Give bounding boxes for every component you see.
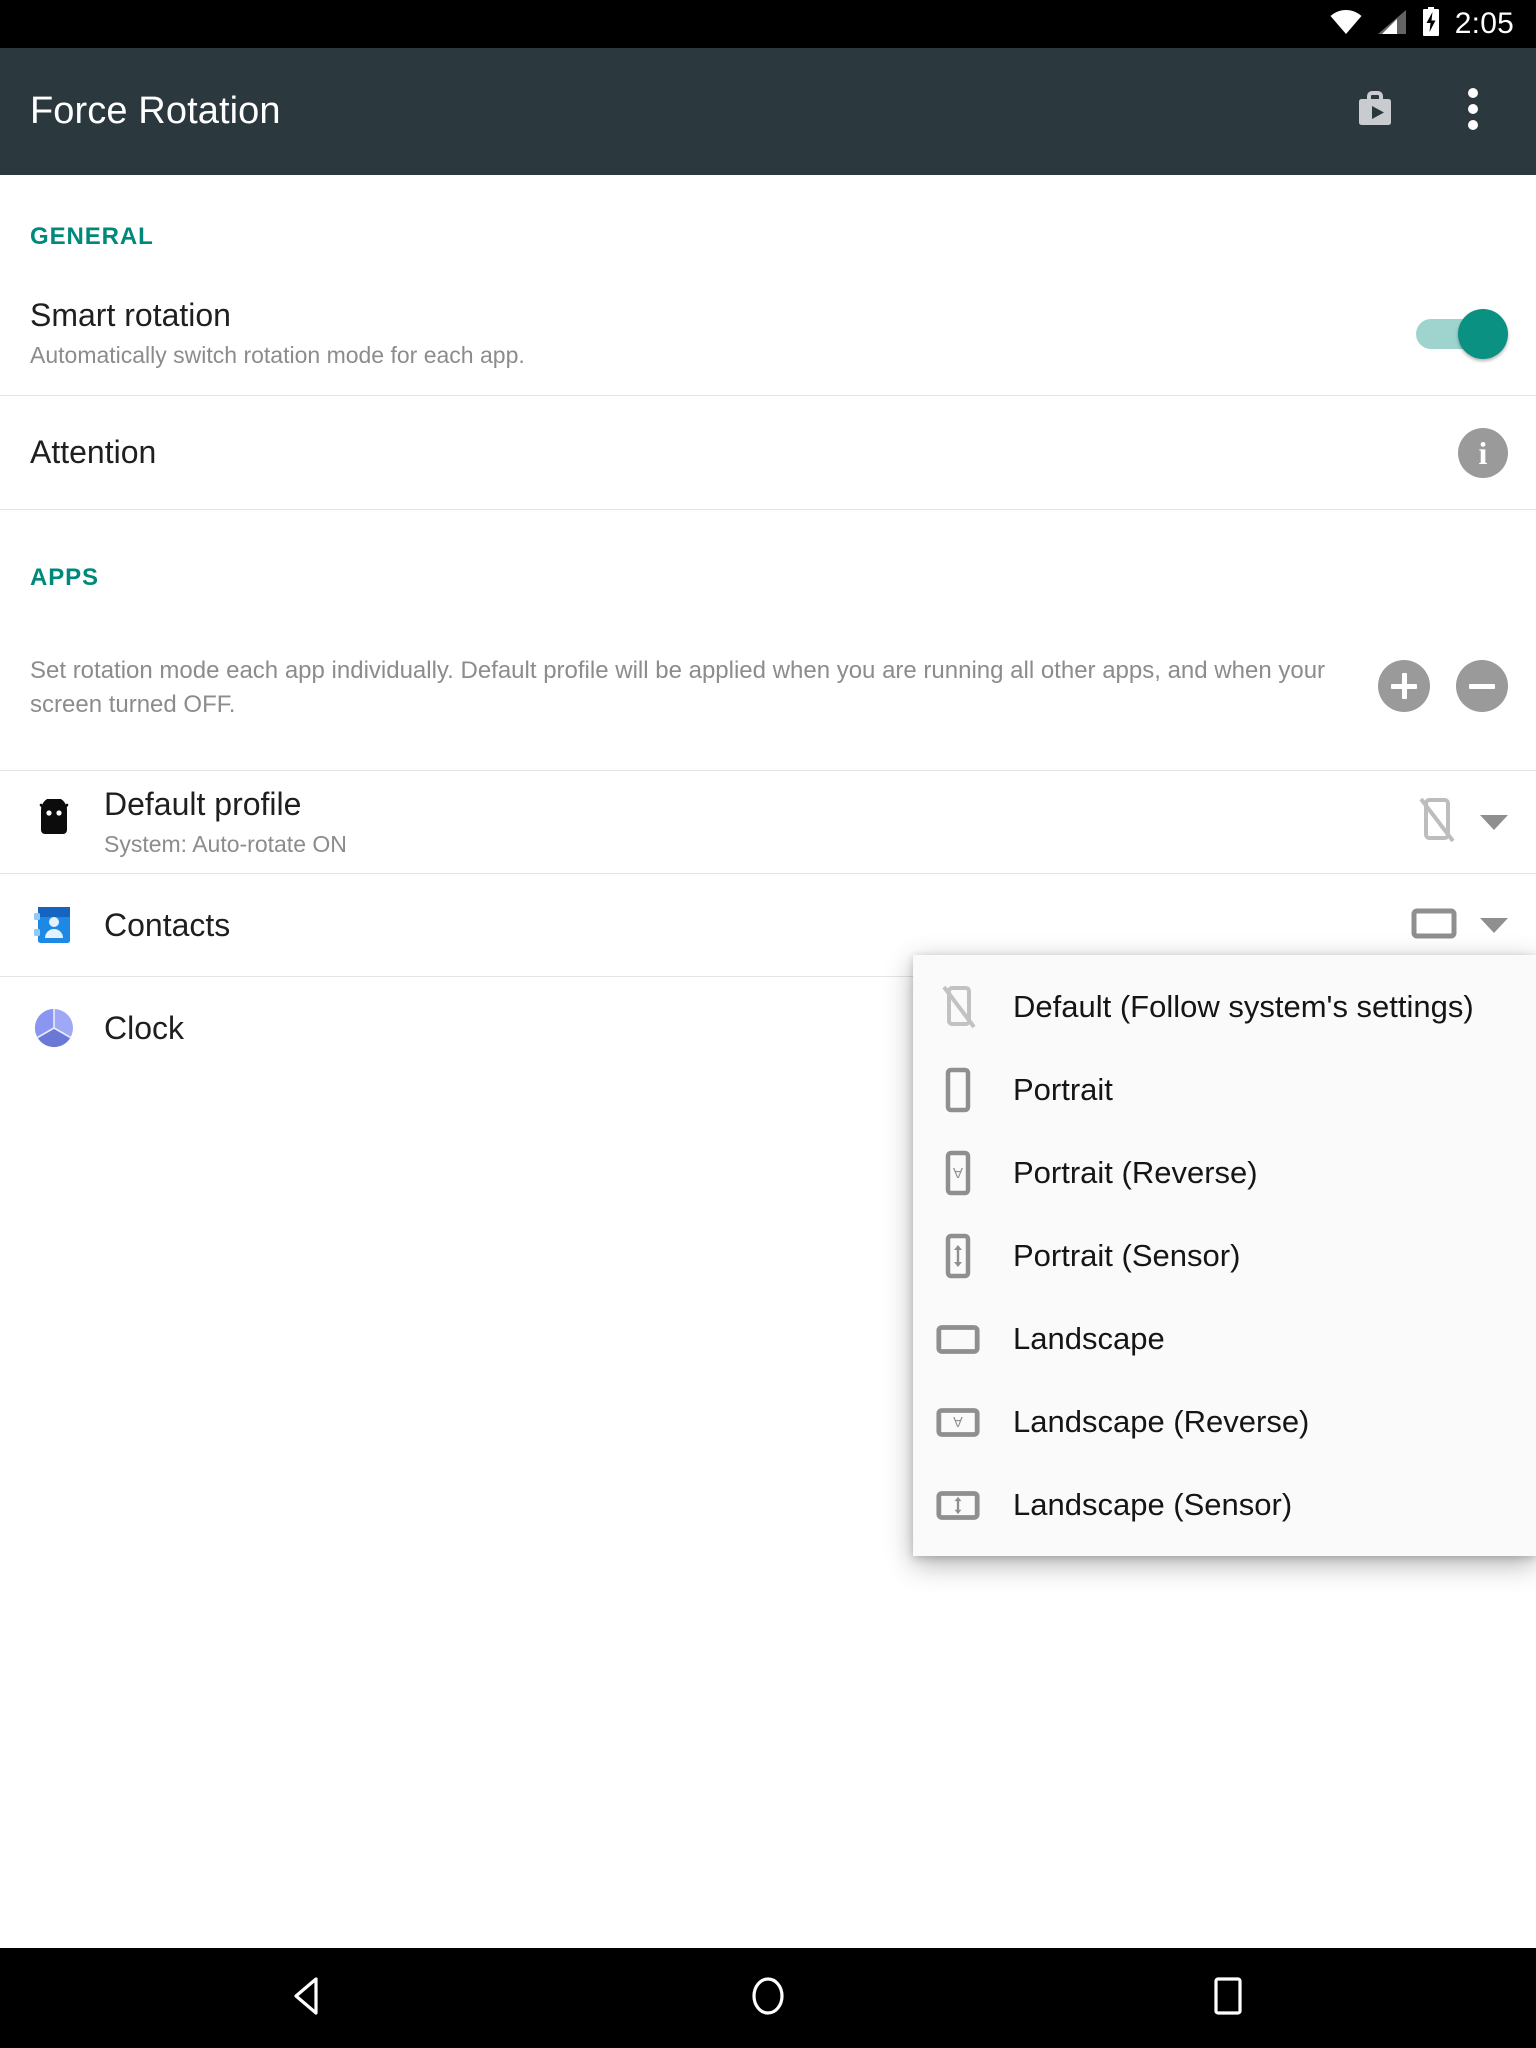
svg-text:A: A: [953, 1164, 963, 1181]
status-bar: 2:05: [0, 0, 1536, 48]
portrait-icon: [935, 1067, 981, 1113]
dropdown-item-portrait-reverse[interactable]: A Portrait (Reverse): [913, 1131, 1536, 1214]
rotation-mode-dropdown-menu[interactable]: Default (Follow system's settings) Portr…: [913, 955, 1536, 1556]
app-bar: Force Rotation: [0, 48, 1536, 175]
dropdown-item-label: Portrait: [1013, 1071, 1113, 1107]
section-header-general: GENERAL: [30, 223, 154, 250]
remove-app-button[interactable]: [1456, 660, 1508, 712]
app-bar-actions: [1340, 77, 1536, 147]
app-row-default-profile[interactable]: Default profile System: Auto-rotate ON: [0, 771, 1536, 874]
contacts-icon: [30, 901, 78, 949]
cell-signal-icon: [1377, 9, 1407, 40]
home-button[interactable]: [638, 1948, 898, 2048]
recents-button[interactable]: [1098, 1948, 1358, 2048]
play-store-button[interactable]: [1340, 77, 1410, 147]
phone-rotation-off-icon: [935, 984, 981, 1030]
clock-icon: [30, 1004, 78, 1052]
apps-action-buttons: [1378, 654, 1508, 712]
contacts-texts: Contacts: [104, 907, 1410, 944]
smart-rotation-texts: Smart rotation Automatically switch rota…: [30, 297, 1416, 370]
dropdown-item-label: Default (Follow system's settings): [1013, 988, 1474, 1024]
chevron-down-icon[interactable]: [1480, 814, 1508, 830]
overflow-menu-button[interactable]: [1438, 77, 1508, 147]
apps-description-text: Set rotation mode each app individually.…: [30, 657, 1326, 719]
back-triangle-icon: [288, 1975, 328, 2022]
add-app-button[interactable]: [1378, 660, 1430, 712]
minus-icon: [1469, 683, 1495, 689]
default-profile-texts: Default profile System: Auto-rotate ON: [104, 786, 1414, 859]
default-profile-title: Default profile: [104, 785, 302, 822]
dropdown-item-landscape-sensor[interactable]: Landscape (Sensor): [913, 1463, 1536, 1546]
dropdown-item-landscape-reverse[interactable]: A Landscape (Reverse): [913, 1380, 1536, 1463]
android-robot-icon: [30, 798, 78, 846]
landscape-icon[interactable]: [1410, 904, 1458, 947]
smart-rotation-title: Smart rotation: [30, 296, 231, 333]
chevron-down-icon[interactable]: [1480, 917, 1508, 933]
contacts-controls: [1410, 904, 1508, 947]
landscape-sensor-icon: [935, 1482, 981, 1528]
dropdown-item-label: Landscape (Reverse): [1013, 1403, 1310, 1439]
info-icon[interactable]: i: [1458, 427, 1508, 478]
smart-rotation-toggle[interactable]: [1416, 305, 1508, 361]
plus-icon-vertical: [1401, 673, 1407, 699]
attention-title: Attention: [30, 434, 157, 471]
page-title: Force Rotation: [30, 90, 281, 132]
phone-rotation-off-icon[interactable]: [1414, 795, 1458, 850]
section-header-apps: APPS: [30, 564, 99, 591]
android-screen: 2:05 Force Rotation GENERAL Smart rotati…: [0, 0, 1536, 2048]
dropdown-item-label: Landscape: [1013, 1320, 1165, 1356]
play-store-icon: [1353, 87, 1397, 136]
setting-row-smart-rotation[interactable]: Smart rotation Automatically switch rota…: [0, 271, 1536, 395]
status-bar-icons: [1329, 6, 1441, 42]
svg-text:A: A: [953, 1413, 963, 1429]
setting-row-attention[interactable]: Attention i: [0, 396, 1536, 509]
landscape-reverse-icon: A: [935, 1399, 981, 1445]
dropdown-item-portrait[interactable]: Portrait: [913, 1048, 1536, 1131]
battery-charging-icon: [1421, 6, 1441, 42]
default-profile-controls: [1414, 795, 1508, 850]
dropdown-item-portrait-sensor[interactable]: Portrait (Sensor): [913, 1214, 1536, 1297]
default-profile-subtitle: System: Auto-rotate ON: [104, 830, 347, 857]
status-bar-clock: 2:05: [1454, 7, 1514, 40]
overflow-menu-icon: [1467, 86, 1479, 137]
attention-texts: Attention: [30, 434, 1458, 471]
portrait-sensor-icon: [935, 1233, 981, 1279]
smart-rotation-subtitle: Automatically switch rotation mode for e…: [30, 341, 525, 368]
dropdown-item-label: Landscape (Sensor): [1013, 1486, 1293, 1522]
apps-description-block: Set rotation mode each app individually.…: [0, 654, 1536, 722]
dropdown-item-label: Portrait (Reverse): [1013, 1154, 1258, 1190]
dropdown-item-default[interactable]: Default (Follow system's settings): [913, 965, 1536, 1048]
dropdown-item-landscape[interactable]: Landscape: [913, 1297, 1536, 1380]
dropdown-item-label: Portrait (Sensor): [1013, 1237, 1241, 1273]
recents-square-icon: [1211, 1975, 1245, 2022]
portrait-reverse-icon: A: [935, 1150, 981, 1196]
home-circle-icon: [748, 1974, 788, 2023]
contacts-title: Contacts: [104, 906, 231, 943]
wifi-icon: [1329, 9, 1363, 40]
back-button[interactable]: [178, 1948, 438, 2048]
navigation-bar: [0, 1948, 1536, 2048]
landscape-icon: [935, 1316, 981, 1362]
toggle-thumb: [1458, 309, 1508, 359]
